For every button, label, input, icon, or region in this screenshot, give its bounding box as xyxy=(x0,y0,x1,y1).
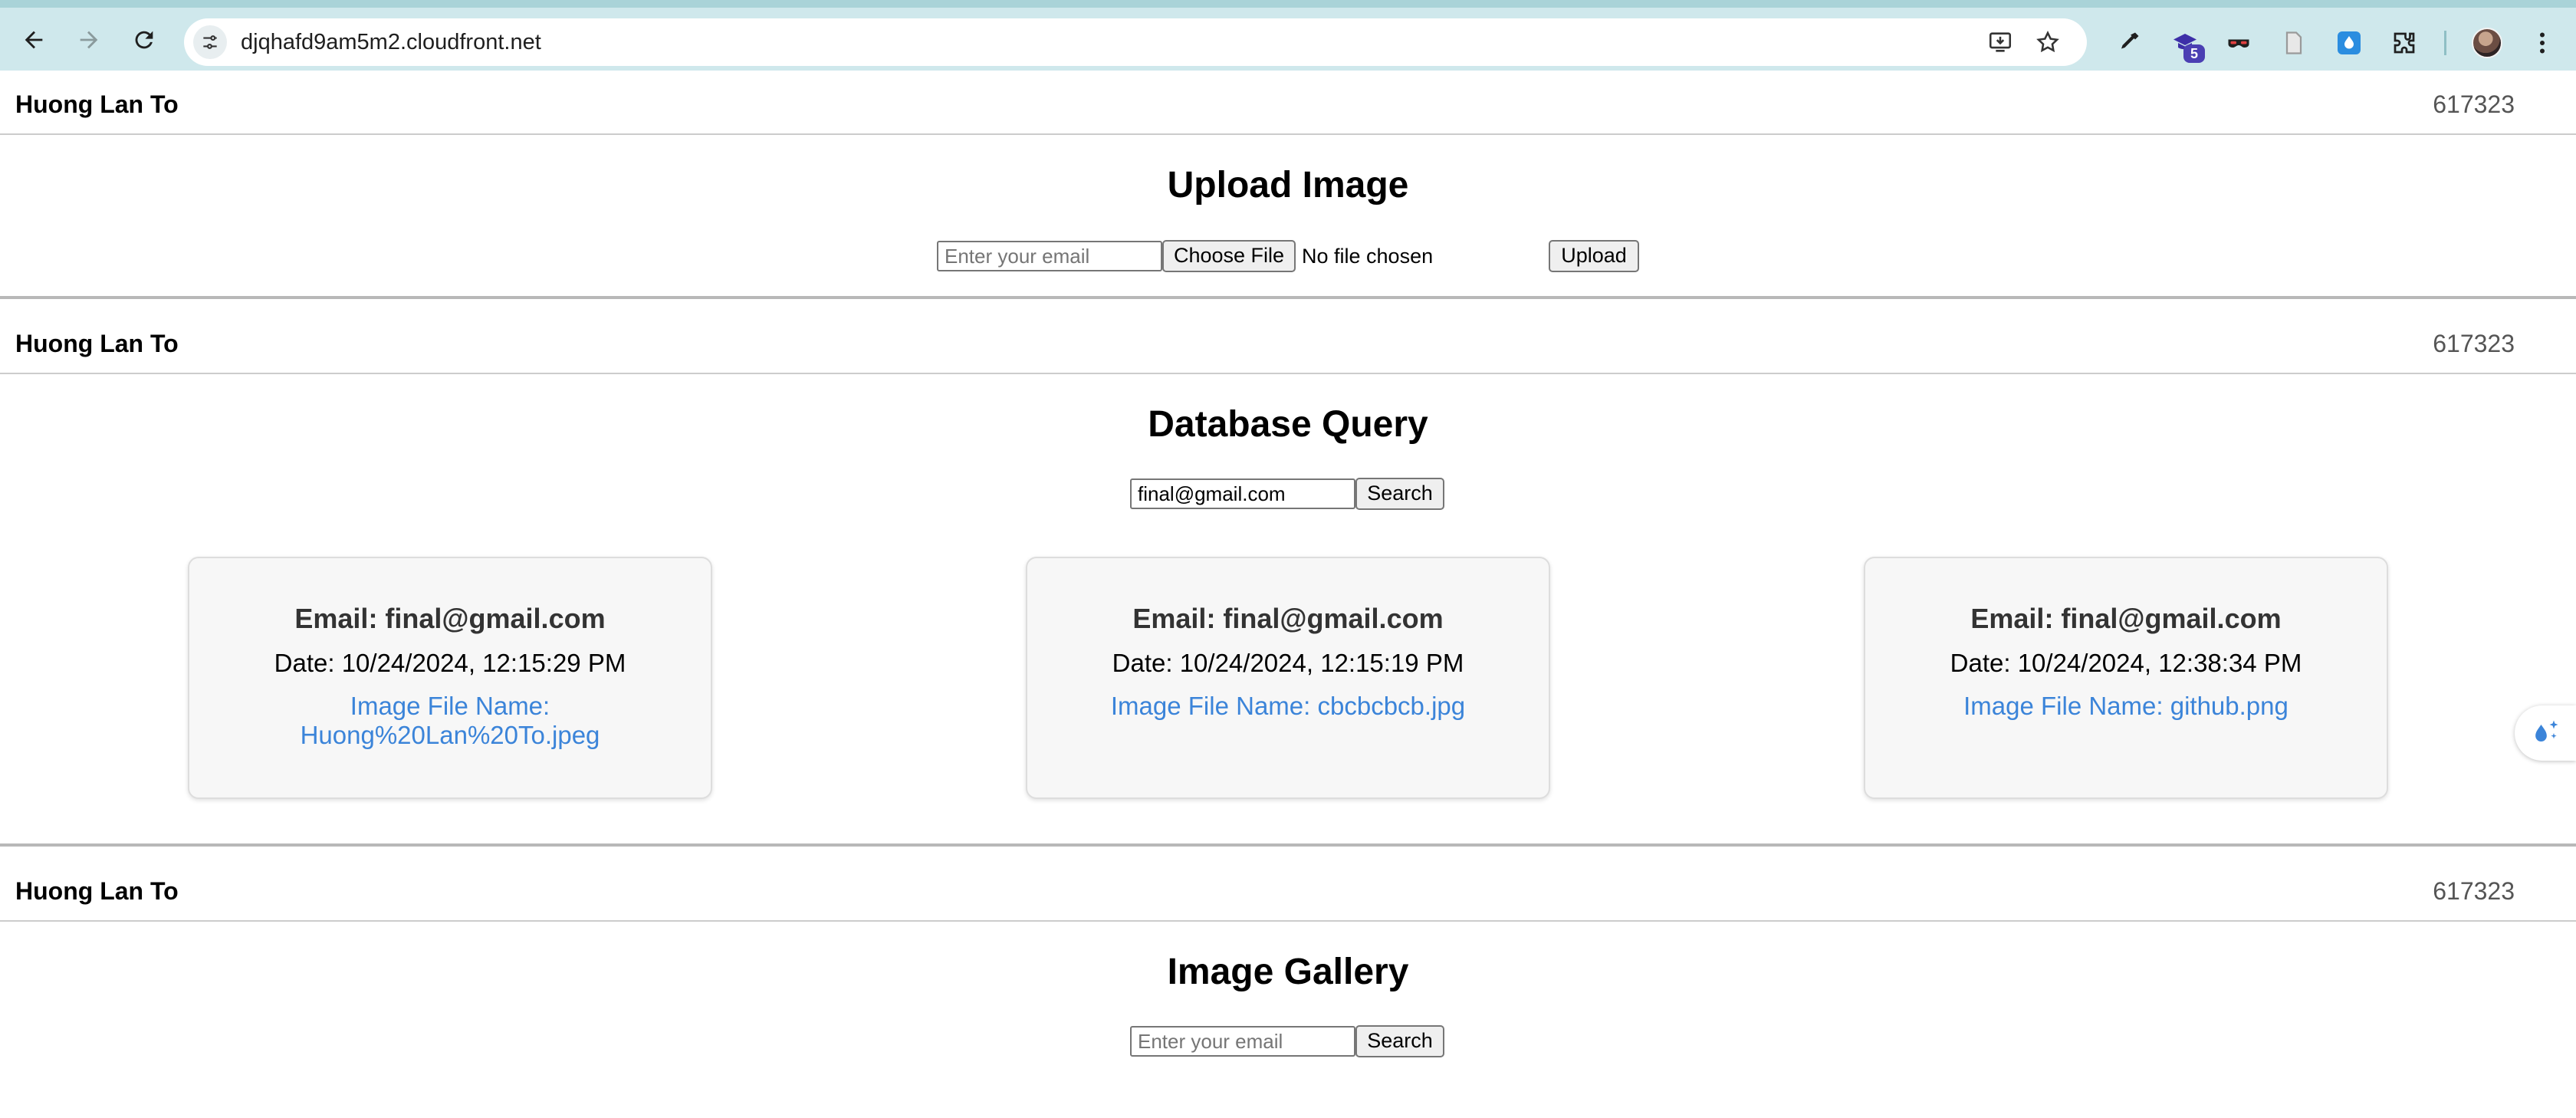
back-button[interactable] xyxy=(14,20,54,60)
eyedropper-extension-icon[interactable] xyxy=(2113,28,2144,58)
address-bar[interactable]: djqhafd9am5m2.cloudfront.net xyxy=(184,18,2087,66)
result-date: Date: 10/24/2024, 12:15:19 PM xyxy=(1112,649,1464,677)
section-header-upload: Huong Lan To 617323 xyxy=(0,74,2576,135)
section-divider xyxy=(0,296,2576,299)
result-card: Email: final@gmail.com Date: 10/24/2024,… xyxy=(1026,557,1550,799)
section-header-query: Huong Lan To 617323 xyxy=(0,313,2576,374)
upload-title: Upload Image xyxy=(1167,165,1409,206)
mask-extension-icon[interactable] xyxy=(2223,28,2254,58)
url-text: djqhafd9am5m2.cloudfront.net xyxy=(241,30,541,54)
result-email: Email: final@gmail.com xyxy=(294,603,606,634)
section-divider xyxy=(0,843,2576,847)
result-card: Email: final@gmail.com Date: 10/24/2024,… xyxy=(188,557,712,799)
student-code: 617323 xyxy=(2433,877,2515,905)
reload-button[interactable] xyxy=(124,20,164,60)
file-status-text: No file chosen xyxy=(1302,245,1434,268)
profile-avatar[interactable] xyxy=(2472,28,2502,58)
choose-file-button[interactable]: Choose File xyxy=(1162,240,1296,272)
puzzle-extensions-icon[interactable] xyxy=(2389,28,2420,58)
upload-email-input[interactable] xyxy=(937,241,1162,271)
query-title: Database Query xyxy=(1148,404,1428,445)
student-code: 617323 xyxy=(2433,330,2515,357)
gallery-search-button[interactable]: Search xyxy=(1355,1025,1444,1057)
site-info-icon[interactable] xyxy=(193,25,227,59)
upload-button[interactable]: Upload xyxy=(1549,240,1639,272)
install-app-icon[interactable] xyxy=(1987,29,2013,55)
student-code: 617323 xyxy=(2433,90,2515,118)
result-date: Date: 10/24/2024, 12:38:34 PM xyxy=(1950,649,2302,677)
reload-icon xyxy=(135,31,153,49)
assistant-sparkle-button[interactable] xyxy=(2515,705,2576,761)
result-email: Email: final@gmail.com xyxy=(1970,603,2282,634)
result-file-link[interactable]: Image File Name: github.png xyxy=(1896,692,2356,721)
author-name: Huong Lan To xyxy=(15,90,179,118)
author-name: Huong Lan To xyxy=(15,877,179,905)
document-extension-icon[interactable] xyxy=(2279,28,2309,58)
query-email-input[interactable] xyxy=(1130,478,1355,509)
author-name: Huong Lan To xyxy=(15,330,179,357)
forward-arrow-icon xyxy=(80,31,98,49)
browser-toolbar: djqhafd9am5m2.cloudfront.net 5 xyxy=(0,0,2576,71)
sparkle-drop-icon xyxy=(2535,720,2558,741)
toolbar-separator xyxy=(2444,31,2446,55)
water-drop-extension-icon[interactable] xyxy=(2334,28,2364,58)
result-file-link[interactable]: Image File Name: cbcbcbcb.jpg xyxy=(1058,692,1518,721)
result-date: Date: 10/24/2024, 12:15:29 PM xyxy=(274,649,626,677)
gallery-email-input[interactable] xyxy=(1130,1026,1355,1057)
query-search-button[interactable]: Search xyxy=(1355,478,1444,510)
bookmark-star-icon[interactable] xyxy=(2035,29,2061,55)
forward-button[interactable] xyxy=(69,20,109,60)
back-arrow-icon xyxy=(25,31,43,49)
gallery-title: Image Gallery xyxy=(1167,952,1409,992)
result-file-link[interactable]: Image File Name: Huong%20Lan%20To.jpeg xyxy=(220,692,680,750)
result-card: Email: final@gmail.com Date: 10/24/2024,… xyxy=(1864,557,2388,799)
result-email: Email: final@gmail.com xyxy=(1132,603,1444,634)
menu-kebab-icon[interactable] xyxy=(2527,28,2558,58)
extension-badge: 5 xyxy=(2183,44,2205,63)
section-header-gallery: Huong Lan To 617323 xyxy=(0,860,2576,922)
